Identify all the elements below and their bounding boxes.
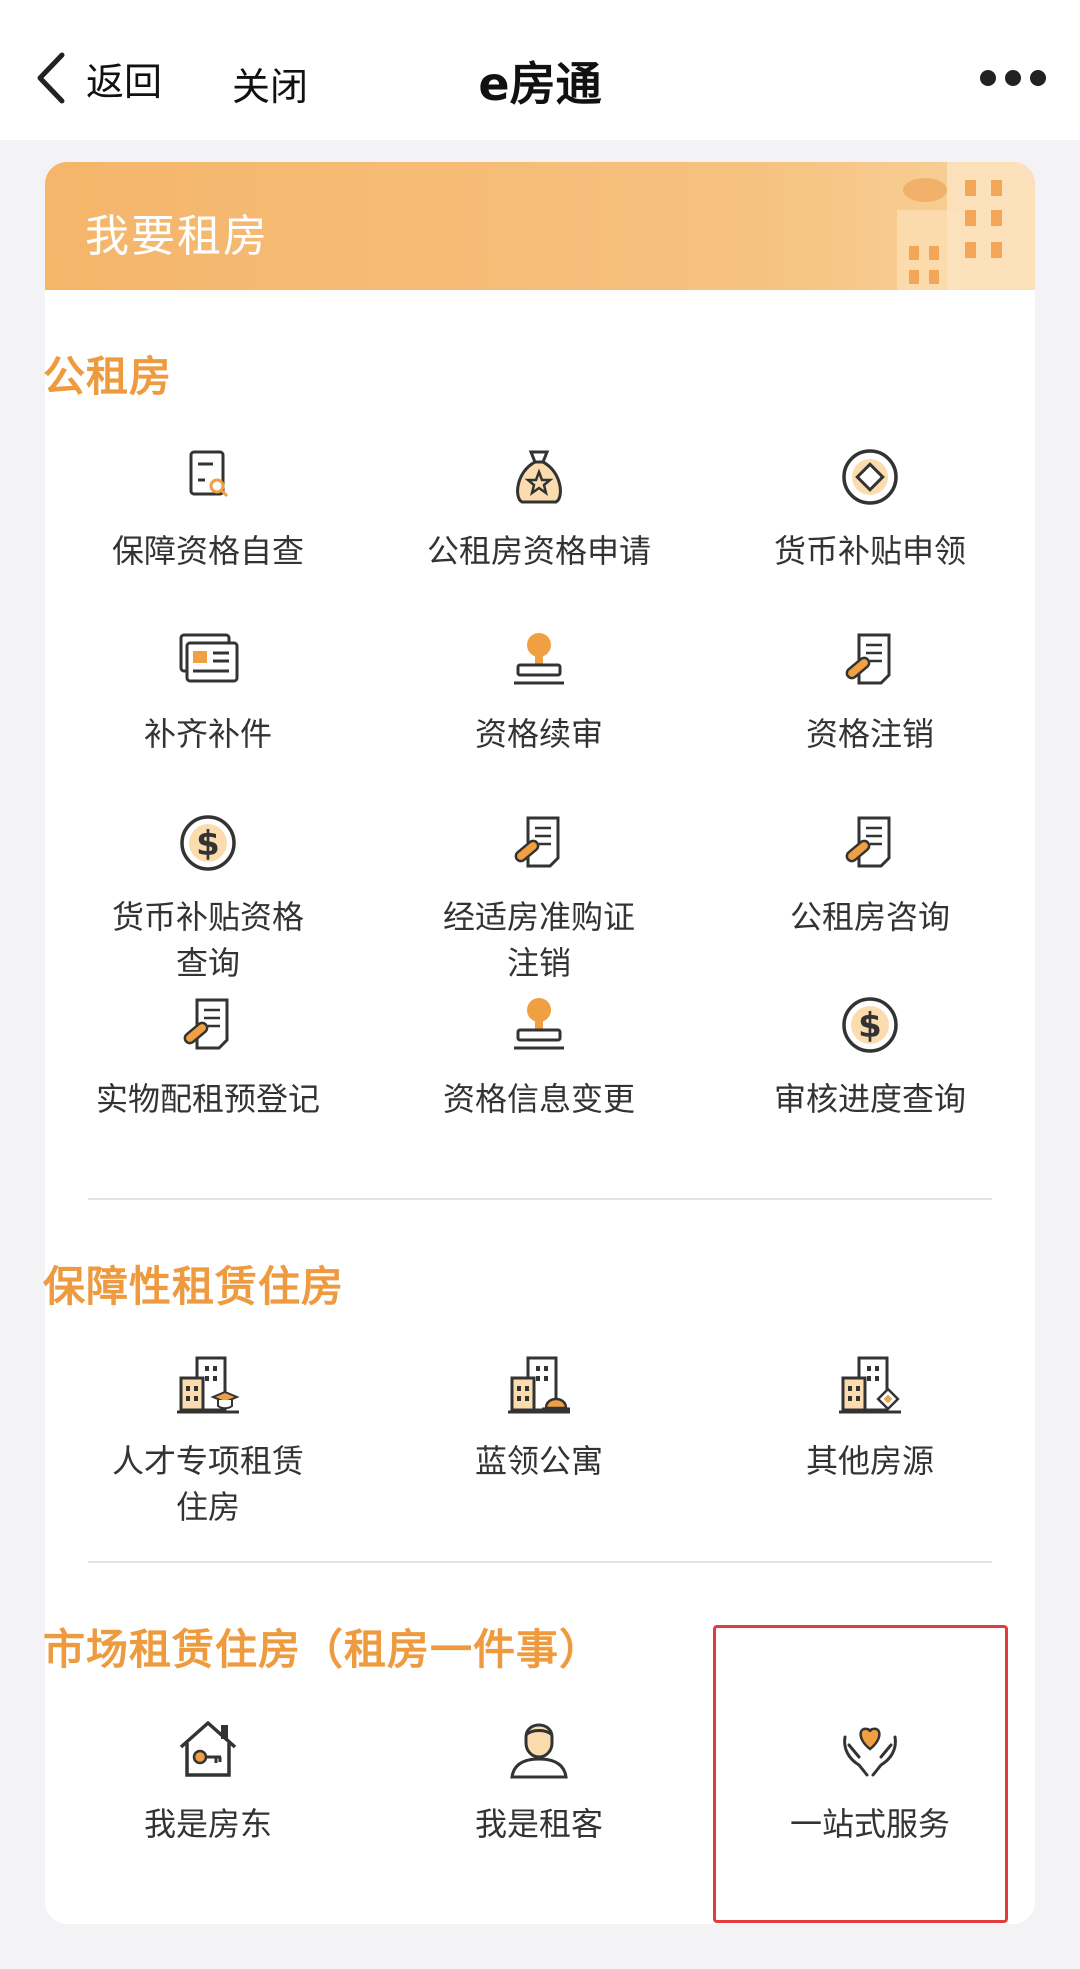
building-graduate-icon xyxy=(177,1356,240,1414)
document-search-icon xyxy=(189,450,229,498)
highlight-box xyxy=(713,1625,1008,1923)
more-dot-icon xyxy=(1030,70,1046,86)
item-review-progress-query[interactable]: $ 审核进度查询 xyxy=(705,990,1035,1122)
item-i-am-tenant[interactable]: 我是租客 xyxy=(374,1715,704,1847)
item-label: 资格注销 xyxy=(805,715,934,753)
building-diamond-icon xyxy=(839,1356,901,1414)
item-public-rental-consult[interactable]: 公租房咨询 xyxy=(705,808,1035,940)
item-label: 公租房资格申请 xyxy=(426,532,651,570)
stamp-icon xyxy=(514,998,564,1050)
item-subsidy-claim[interactable]: 货币补贴申领 xyxy=(705,442,1035,574)
item-label: 货币补贴资格 查询 xyxy=(111,898,304,982)
item-supplement-documents[interactable]: 补齐补件 xyxy=(43,625,373,757)
section-divider xyxy=(88,1198,992,1200)
document-clip-icon xyxy=(845,816,891,868)
document-clip-icon xyxy=(183,998,229,1050)
section-title-public-rental: 公租房 xyxy=(43,352,173,401)
item-label: 实物配租预登记 xyxy=(95,1080,320,1118)
item-eligibility-info-change[interactable]: 资格信息变更 xyxy=(374,990,704,1122)
item-talent-rental-housing[interactable]: 人才专项租赁 住房 xyxy=(43,1352,373,1530)
person-icon xyxy=(510,1723,568,1779)
page-title: e房通 xyxy=(478,57,602,111)
item-eligibility-renewal[interactable]: 资格续审 xyxy=(374,625,704,757)
more-dot-icon xyxy=(1005,70,1021,86)
item-label: 经适房准购证 注销 xyxy=(442,898,635,982)
item-physical-allocation-preregister[interactable]: 实物配租预登记 xyxy=(43,990,373,1122)
item-label: 保障资格自查 xyxy=(111,532,304,570)
item-label: 蓝领公寓 xyxy=(474,1442,603,1480)
item-eligibility-cancel[interactable]: 资格注销 xyxy=(705,625,1035,757)
item-eligibility-self-check[interactable]: 保障资格自查 xyxy=(43,442,373,574)
item-public-rental-application[interactable]: 公租房资格申请 xyxy=(374,442,704,574)
document-clip-icon xyxy=(514,816,560,868)
card-header: 我要租房 xyxy=(45,162,1035,290)
section-divider xyxy=(88,1561,992,1563)
more-dot-icon xyxy=(980,70,996,86)
item-label: 补齐补件 xyxy=(143,715,272,753)
item-label: 我是房东 xyxy=(143,1805,272,1843)
section-title-market-rental: 市场租赁住房（租房一件事） xyxy=(43,1625,603,1674)
item-i-am-landlord[interactable]: 我是房东 xyxy=(43,1715,373,1847)
top-nav-bar: 返回 关闭 e房通 xyxy=(0,0,1080,140)
item-affordable-housing-permit-cancel[interactable]: 经适房准购证 注销 xyxy=(374,808,704,986)
item-label: 资格信息变更 xyxy=(442,1080,635,1118)
building-helmet-icon xyxy=(508,1356,570,1414)
svg-text:$: $ xyxy=(196,824,220,864)
section-title-affordable-rental: 保障性租赁住房 xyxy=(43,1262,345,1311)
item-subsidy-eligibility-query[interactable]: $ 货币补贴资格 查询 xyxy=(43,808,373,986)
item-label: 审核进度查询 xyxy=(773,1080,966,1118)
document-clip-icon xyxy=(845,633,891,685)
item-label: 资格续审 xyxy=(474,715,603,753)
card-header-title: 我要租房 xyxy=(85,211,269,262)
dollar-coin-icon: $ xyxy=(180,815,236,871)
dollar-coin-icon: $ xyxy=(842,997,898,1053)
buildings-illustration-icon xyxy=(897,162,1035,290)
id-cards-icon xyxy=(179,633,239,683)
stamp-icon xyxy=(514,633,564,685)
item-label: 其他房源 xyxy=(805,1442,934,1480)
item-label: 我是租客 xyxy=(474,1805,603,1843)
item-blue-collar-apartment[interactable]: 蓝领公寓 xyxy=(374,1352,704,1484)
coin-diamond-icon xyxy=(842,449,898,505)
item-label: 人才专项租赁 住房 xyxy=(111,1442,304,1526)
item-other-housing[interactable]: 其他房源 xyxy=(705,1352,1035,1484)
house-key-icon xyxy=(179,1721,237,1777)
svg-text:$: $ xyxy=(858,1006,882,1046)
item-label: 货币补贴申领 xyxy=(773,532,966,570)
item-label: 公租房咨询 xyxy=(789,898,950,936)
more-menu-button[interactable] xyxy=(980,68,1046,88)
money-bag-star-icon xyxy=(516,450,562,504)
